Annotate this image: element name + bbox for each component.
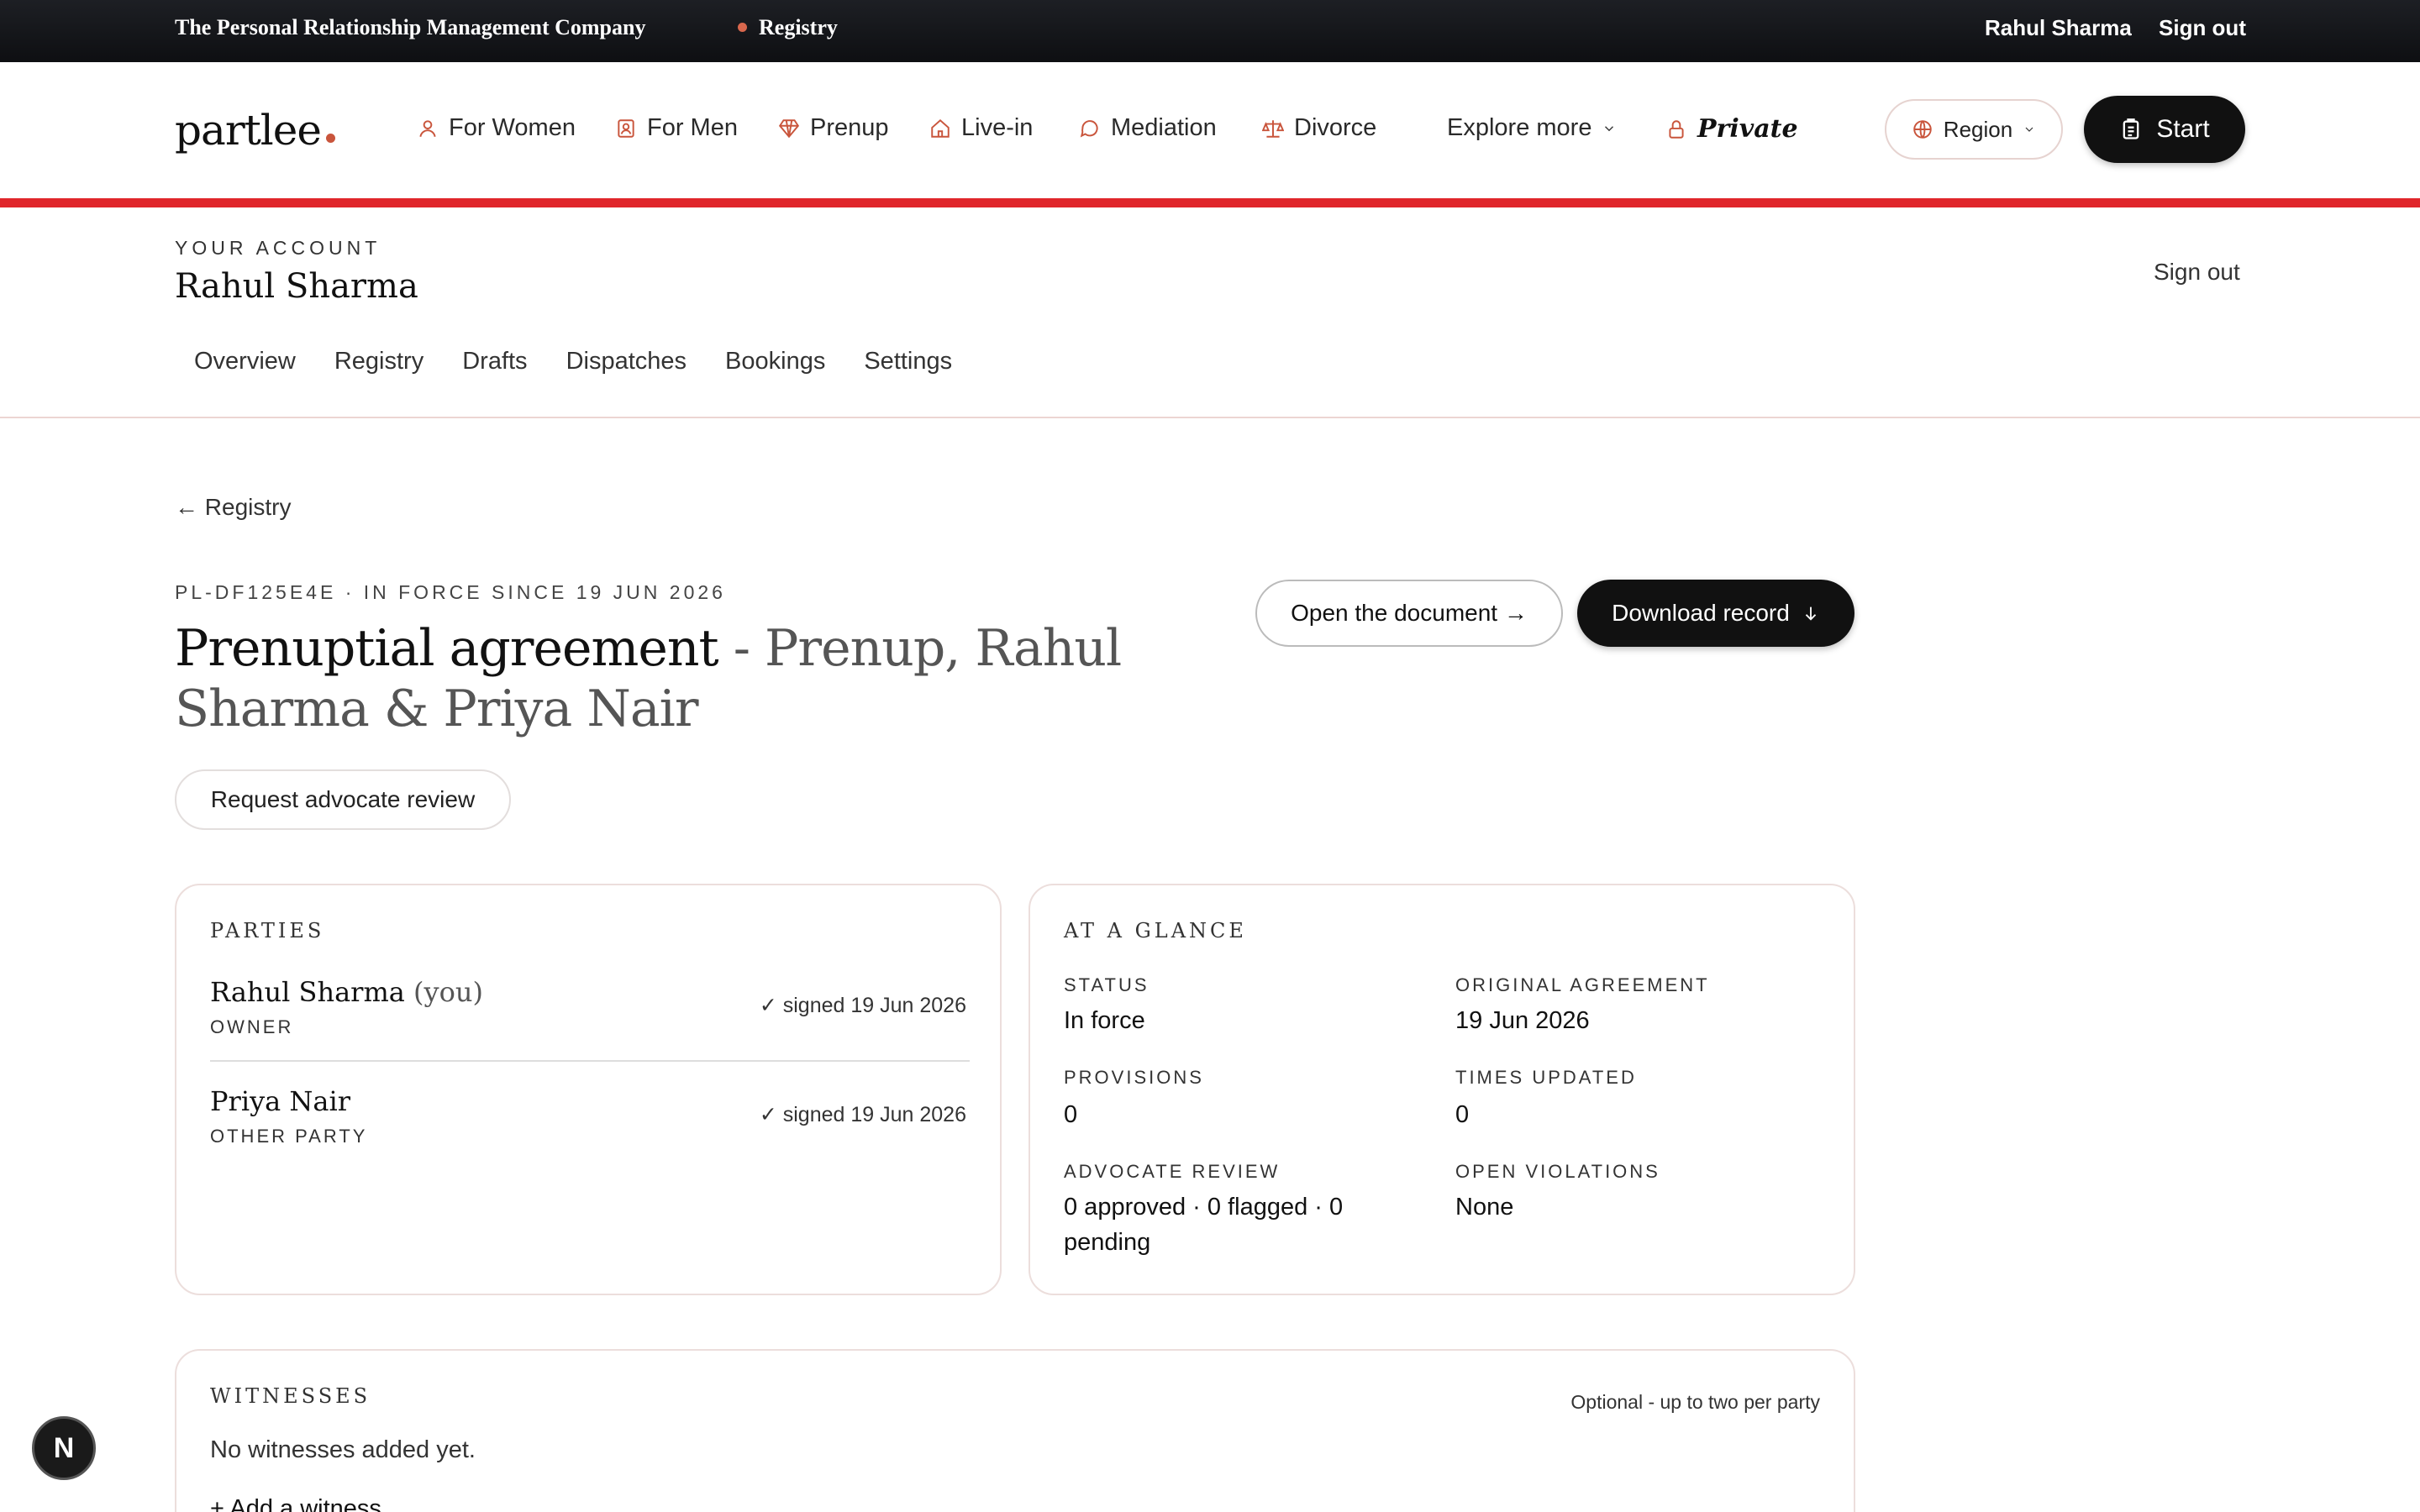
nav-item-prenup[interactable]: Prenup bbox=[778, 114, 889, 142]
dev-tools-badge[interactable]: N bbox=[32, 1416, 96, 1480]
party-role: OWNER bbox=[210, 1016, 294, 1037]
nav-item-label: For Women bbox=[449, 114, 576, 141]
tab-bookings[interactable]: Bookings bbox=[706, 348, 844, 375]
request-advocate-review-button[interactable]: Request advocate review bbox=[175, 769, 511, 830]
chevron-down-icon bbox=[1605, 125, 1614, 131]
add-witness-link[interactable]: + Add a witness bbox=[210, 1495, 381, 1512]
chat-bubble-icon bbox=[1080, 119, 1098, 137]
witnesses-kicker: WITNESSES bbox=[210, 1384, 371, 1408]
nav-item-label: Divorce bbox=[1294, 114, 1377, 141]
party-signed-status: ✓ signed 19 Jun 2026 bbox=[759, 1103, 966, 1126]
private-label: Private bbox=[1697, 114, 1798, 144]
nav-item-label: For Men bbox=[647, 114, 738, 141]
provisions-label: PROVISIONS bbox=[1064, 1067, 1204, 1088]
start-label: Start bbox=[2156, 115, 2210, 143]
scales-icon bbox=[1262, 119, 1284, 138]
account-tabs: Overview Registry Drafts Dispatches Book… bbox=[175, 348, 971, 375]
nav-item-divorce[interactable]: Divorce bbox=[1262, 114, 1376, 142]
account-sign-out-link[interactable]: Sign out bbox=[2154, 259, 2240, 286]
nav-item-label: Prenup bbox=[810, 114, 889, 141]
parties-kicker: PARTIES bbox=[210, 919, 325, 942]
house-icon bbox=[931, 118, 950, 138]
party-role: OTHER PARTY bbox=[210, 1126, 368, 1147]
registry-link-label: Registry bbox=[759, 15, 838, 39]
explore-more-label: Explore more bbox=[1447, 114, 1592, 141]
arrow-down-icon bbox=[1805, 606, 1816, 621]
dot-icon bbox=[738, 23, 747, 32]
parties-card: PARTIES Rahul Sharma (you) OWNER ✓ signe… bbox=[175, 884, 1002, 1295]
clipboard-icon bbox=[2123, 118, 2139, 139]
open-document-button[interactable]: Open the document → bbox=[1255, 580, 1563, 647]
times-updated-label: TIMES UPDATED bbox=[1455, 1067, 1637, 1088]
nav-item-for-men[interactable]: For Men bbox=[615, 114, 738, 142]
witnesses-note: Optional - up to two per party bbox=[1570, 1391, 1820, 1413]
party-signed-status: ✓ signed 19 Jun 2026 bbox=[759, 994, 966, 1017]
tab-overview[interactable]: Overview bbox=[175, 348, 315, 375]
logo-text: partlee bbox=[175, 106, 322, 155]
at-a-glance-card: AT A GLANCE STATUS In force ORIGINAL AGR… bbox=[1028, 884, 1855, 1295]
document-meta: PL-DF125E4E · IN FORCE SINCE 19 JUN 2026 bbox=[175, 581, 726, 603]
party-name-text: Rahul Sharma bbox=[210, 976, 405, 1008]
top-sign-out-link[interactable]: Sign out bbox=[2159, 15, 2246, 41]
download-record-label: Download record bbox=[1612, 600, 1790, 626]
nav-item-live-in[interactable]: Live-in bbox=[929, 114, 1033, 142]
nav-item-for-women[interactable]: For Women bbox=[417, 114, 576, 142]
tab-dispatches[interactable]: Dispatches bbox=[547, 348, 706, 375]
tab-settings[interactable]: Settings bbox=[844, 348, 971, 375]
private-link[interactable]: Private bbox=[1665, 114, 1798, 144]
top-user-name[interactable]: Rahul Sharma bbox=[1985, 15, 2132, 41]
account-name: Rahul Sharma bbox=[175, 267, 418, 306]
original-agreement-value: 19 Jun 2026 bbox=[1455, 1007, 1590, 1034]
advocate-review-label: ADVOCATE REVIEW bbox=[1064, 1161, 1281, 1182]
id-badge-icon bbox=[618, 118, 634, 138]
download-record-button[interactable]: Download record bbox=[1577, 580, 1854, 647]
status-value: In force bbox=[1064, 1007, 1145, 1034]
tabs-divider bbox=[0, 417, 2420, 418]
witnesses-empty-text: No witnesses added yet. bbox=[210, 1436, 476, 1463]
document-title-main: Prenuptial agreement bbox=[175, 619, 719, 678]
nav-item-mediation[interactable]: Mediation bbox=[1079, 114, 1217, 142]
party-name: Priya Nair bbox=[210, 1085, 350, 1117]
explore-more-dropdown[interactable]: Explore more bbox=[1447, 114, 1617, 142]
region-button[interactable]: Region bbox=[1885, 99, 2063, 160]
party-you-suffix: (you) bbox=[404, 976, 483, 1008]
party-divider bbox=[210, 1060, 970, 1062]
chevron-down-icon bbox=[2025, 127, 2033, 132]
nav-item-label: Live-in bbox=[961, 114, 1034, 141]
tab-registry[interactable]: Registry bbox=[315, 348, 443, 375]
logo[interactable]: partlee bbox=[175, 106, 335, 155]
person-icon bbox=[419, 119, 436, 137]
open-violations-value: None bbox=[1455, 1194, 1514, 1221]
tab-drafts[interactable]: Drafts bbox=[443, 348, 546, 375]
witnesses-card: WITNESSES Optional - up to two per party… bbox=[175, 1349, 1855, 1512]
document-title: Prenuptial agreement - Prenup, Rahul Sha… bbox=[175, 618, 1225, 739]
diamond-icon bbox=[778, 118, 800, 138]
account-kicker: YOUR ACCOUNT bbox=[175, 237, 381, 259]
globe-icon bbox=[1913, 120, 1932, 139]
lock-icon bbox=[1669, 119, 1684, 139]
registry-link[interactable]: Registry bbox=[738, 15, 838, 40]
company-tagline: The Personal Relationship Management Com… bbox=[175, 15, 646, 39]
provisions-value: 0 bbox=[1064, 1101, 1078, 1128]
logo-dot-icon bbox=[325, 134, 335, 143]
main-nav: partlee For Women For Men Prenup Live-in… bbox=[0, 62, 2420, 198]
party-name: Rahul Sharma (you) bbox=[210, 976, 483, 1008]
party-name-text: Priya Nair bbox=[210, 1085, 350, 1117]
original-agreement-label: ORIGINAL AGREEMENT bbox=[1455, 974, 1710, 995]
red-divider bbox=[0, 198, 2420, 207]
back-to-registry-link[interactable]: ← Registry bbox=[175, 494, 291, 521]
advocate-review-value: 0 approved · 0 flagged · 0 pending bbox=[1064, 1194, 1344, 1256]
glance-kicker: AT A GLANCE bbox=[1064, 919, 1247, 942]
open-violations-label: OPEN VIOLATIONS bbox=[1455, 1161, 1660, 1182]
status-label: STATUS bbox=[1064, 974, 1150, 995]
region-label: Region bbox=[1943, 116, 2013, 142]
times-updated-value: 0 bbox=[1455, 1101, 1470, 1128]
nav-item-label: Mediation bbox=[1111, 114, 1217, 141]
start-button[interactable]: Start bbox=[2084, 96, 2245, 163]
top-bar: The Personal Relationship Management Com… bbox=[0, 0, 2420, 62]
